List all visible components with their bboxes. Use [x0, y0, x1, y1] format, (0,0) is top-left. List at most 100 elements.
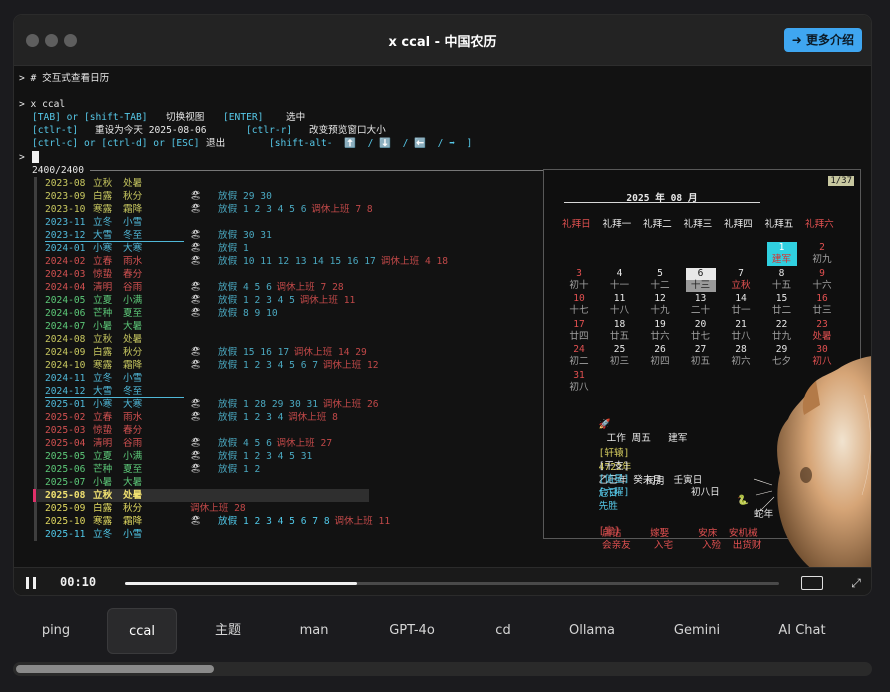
day-number: 14 [735, 293, 747, 304]
day-cell[interactable]: 24 初二 [564, 344, 594, 368]
month-label: 2024-02 [45, 256, 86, 267]
day-cell[interactable]: 15 廿二 [767, 293, 797, 317]
day-cell[interactable]: 21 廿八 [726, 319, 756, 343]
tab-ai-chat[interactable]: AI Chat [756, 608, 848, 654]
holiday-days: 放假 1 2 3 4 5 31 [218, 451, 313, 462]
day-cell[interactable]: 9 十六 [807, 268, 837, 292]
row-gutter [34, 255, 37, 268]
holiday-days: 放假 15 16 17 [218, 347, 290, 358]
fullscreen-icon[interactable]: ⤢ [849, 576, 863, 590]
tab-gpt-4o[interactable]: GPT-4o [367, 608, 457, 654]
day-cell[interactable]: 12 十九 [645, 293, 675, 317]
day-number: 3 [576, 267, 582, 279]
row-gutter [34, 346, 37, 359]
day-cell[interactable]: 13 二十 [686, 293, 716, 317]
beach-icon: 🏖 [190, 412, 202, 422]
month-label: 2025-10 [45, 516, 86, 527]
day-cell[interactable]: 11 十八 [605, 293, 635, 317]
month-label: 2024-06 [45, 308, 86, 319]
lunar-date: 廿五 [609, 330, 630, 342]
lunar-date: 初八 [569, 381, 589, 393]
day-cell[interactable]: 8 十五 [767, 268, 797, 292]
input-cursor[interactable] [32, 151, 39, 163]
day-cell[interactable]: 6 十三 [685, 267, 716, 292]
lunar-date: 处暑 [812, 330, 832, 342]
day-number: 4 [616, 267, 623, 279]
horizontal-scrollbar[interactable] [13, 662, 872, 676]
day-cell[interactable]: 22 廿九 [767, 319, 797, 343]
holiday-days: 放假 30 31 [218, 230, 272, 241]
day-cell[interactable]: 7 立秋 [726, 268, 756, 292]
month-label: 2024-07 [45, 321, 86, 332]
tab-cd[interactable]: cd [473, 608, 533, 654]
month-label: 2025-08 [45, 490, 86, 501]
day-cell[interactable]: 19 廿六 [645, 319, 675, 343]
progress-track[interactable] [125, 582, 779, 585]
pause-button[interactable] [25, 577, 37, 589]
row-gutter [34, 424, 37, 437]
day-cell[interactable]: 18 廿五 [605, 319, 635, 343]
solar-term-2: 霜降 [123, 204, 143, 215]
tab--[interactable]: 主题 [188, 608, 268, 654]
tab-gemini[interactable]: Gemini [652, 608, 742, 654]
day-cell[interactable]: 28 初六 [726, 344, 756, 368]
lunar-date: 廿四 [569, 330, 589, 342]
workday-adjust: 调休上班 7 8 [311, 204, 373, 215]
weekday-label: 礼拜二 [643, 219, 672, 230]
day-cell[interactable]: 14 廿一 [726, 293, 756, 317]
beach-icon: 🏖 [190, 230, 202, 240]
day-number: 16 [816, 293, 828, 304]
month-label: 2023-10 [45, 204, 86, 215]
scrollbar-thumb[interactable] [16, 665, 214, 673]
weekday-label: 礼拜五 [764, 219, 794, 230]
day-cell[interactable]: 20 廿七 [686, 319, 716, 343]
weekday-label: 礼拜一 [602, 219, 632, 230]
day-cell[interactable]: 1 建军 [766, 242, 797, 266]
day-cell[interactable]: 31 初八 [564, 370, 594, 394]
day-cell[interactable]: 10 十七 [564, 293, 594, 317]
lunar-date: 十九 [650, 305, 670, 316]
day-number: 7 [738, 267, 744, 279]
beach-icon: 🏖 [190, 516, 202, 526]
holiday-days: 放假 4 5 6 [218, 438, 272, 449]
month-label: 2024-09 [45, 347, 86, 358]
day-cell[interactable]: 23 处暑 [807, 319, 837, 343]
solar-term-1: 小暑 [93, 477, 113, 488]
lunar-date: 廿七 [690, 330, 711, 342]
beach-icon: 🏖 [190, 204, 202, 214]
solar-term-2: 小雪 [123, 217, 143, 228]
day-cell[interactable]: 25 初三 [605, 344, 635, 368]
solar-term-2: 大暑 [123, 477, 143, 488]
day-number: 10 [573, 293, 585, 304]
month-label: 2025-11 [45, 529, 86, 540]
day-number: 8 [778, 267, 785, 279]
yi-row-2: 启钻 嫁娶 安床 安机械 [602, 528, 758, 539]
day-cell[interactable]: 4 十一 [605, 268, 635, 292]
day-cell[interactable]: 17 廿四 [564, 319, 594, 343]
tab-ccal[interactable]: ccal [107, 608, 177, 654]
tab-man[interactable]: man [274, 608, 354, 654]
month-label: 2024-10 [45, 360, 86, 371]
tab-ollama[interactable]: Ollama [547, 608, 637, 654]
day-number: 9 [819, 267, 825, 279]
solar-term-1: 芒种 [93, 308, 113, 319]
solar-term-2: 秋分 [123, 503, 143, 514]
lunar-date: 建军 [771, 254, 792, 265]
more-info-button[interactable]: ➜ 更多介绍 [783, 28, 862, 52]
day-cell[interactable]: 27 初五 [686, 344, 716, 368]
day-cell[interactable]: 3 初十 [564, 268, 594, 292]
day-cell[interactable]: 16 廿三 [807, 293, 837, 317]
liuyao-value: 先胜 [598, 501, 618, 512]
row-gutter [34, 372, 37, 385]
playback-time: 00:10 [60, 575, 97, 589]
day-cell[interactable]: 5 十二 [645, 268, 675, 292]
holiday-days: 放假 4 5 6 [218, 282, 272, 293]
day-cell[interactable]: 2 初九 [807, 242, 837, 266]
tab-ping[interactable]: ping [16, 608, 96, 654]
solar-term-1: 寒露 [93, 204, 113, 215]
day-number: 2 [819, 242, 825, 253]
keyboard-icon[interactable] [801, 576, 823, 590]
day-cell[interactable]: 26 初四 [645, 344, 675, 368]
month-label: 2024-01 [45, 243, 86, 254]
day-number: 17 [573, 318, 585, 330]
